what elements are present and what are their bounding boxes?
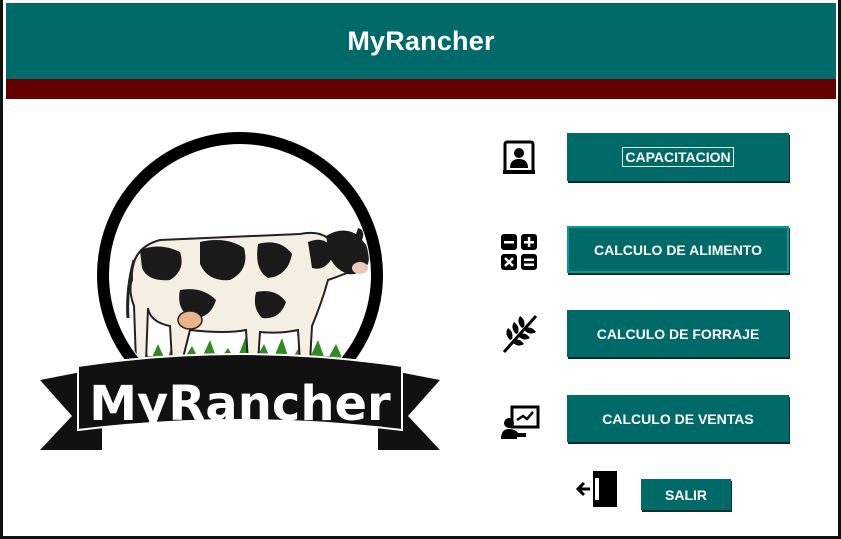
calculo-forraje-button[interactable]: CALCULO DE FORRAJE [567,310,789,357]
salir-button[interactable]: SALIR [641,479,731,510]
wheat-icon [502,315,538,353]
calculo-alimento-button[interactable]: CALCULO DE ALIMENTO [567,226,789,273]
capacitacion-button[interactable]: CAPACITACION [567,133,789,181]
calculo-forraje-button-label: CALCULO DE FORRAJE [596,325,760,342]
app-window: MyRancher MyRancher CAPACITACION CALCULO… [0,0,841,539]
app-title: MyRancher [347,25,495,56]
calculo-alimento-button-label: CALCULO DE ALIMENTO [594,241,762,258]
title-bar: MyRancher [6,3,836,79]
calculo-ventas-button[interactable]: CALCULO DE VENTAS [567,395,789,442]
logo-banner-text: MyRancher [89,376,391,432]
salir-button-label: SALIR [665,486,707,503]
exit-door-icon [576,471,617,507]
presentation-icon [501,405,540,439]
contact-book-icon [503,140,535,174]
myrancher-logo: MyRancher [40,132,440,450]
accent-band [6,79,836,99]
window-border-left [0,0,3,539]
calculo-ventas-button-label: CALCULO DE VENTAS [602,410,754,427]
calculator-icon [501,234,537,270]
capacitacion-button-label: CAPACITACION [622,147,734,167]
